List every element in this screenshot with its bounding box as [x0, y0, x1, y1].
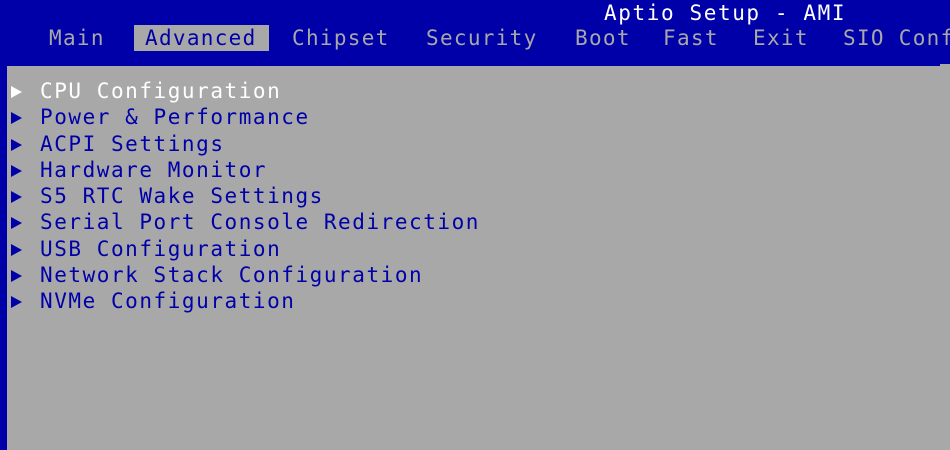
app-title: Aptio Setup - AMI: [604, 1, 847, 25]
menu-item-usb-configuration[interactable]: USB Configuration: [5, 236, 945, 262]
tab-main[interactable]: Main: [49, 25, 105, 51]
tab-bar: Main Advanced Chipset Security Boot Fast…: [0, 25, 950, 51]
right-triangle-icon: [11, 191, 22, 204]
menu-item-label: S5 RTC Wake Settings: [40, 184, 324, 209]
menu-item-s5-rtc-wake-settings[interactable]: S5 RTC Wake Settings: [5, 183, 945, 209]
menu-item-label: NVMe Configuration: [40, 289, 296, 314]
tab-chipset[interactable]: Chipset: [292, 25, 390, 51]
menu-item-label: CPU Configuration: [40, 79, 282, 103]
menu-item-label: ACPI Settings: [40, 131, 225, 156]
tab-exit[interactable]: Exit: [753, 25, 809, 51]
right-triangle-icon: [11, 270, 22, 283]
menu-item-label: Serial Port Console Redirection: [40, 210, 480, 235]
right-triangle-icon: [11, 86, 22, 98]
right-triangle-icon: [11, 164, 22, 177]
tab-boot[interactable]: Boot: [575, 25, 631, 51]
menu-item-label: Power & Performance: [40, 105, 310, 130]
menu-item-label: USB Configuration: [40, 236, 282, 261]
right-triangle-icon: [11, 296, 22, 309]
advanced-menu: CPU Configuration Power & Performance AC…: [5, 78, 945, 315]
tab-fast[interactable]: Fast: [663, 25, 719, 51]
menu-item-network-stack-configuration[interactable]: Network Stack Configuration: [5, 262, 945, 288]
tab-security[interactable]: Security: [426, 25, 538, 51]
menu-item-cpu-configuration[interactable]: CPU Configuration: [5, 78, 945, 104]
menu-item-nvme-configuration[interactable]: NVMe Configuration: [5, 288, 945, 314]
menu-item-power-performance[interactable]: Power & Performance: [5, 104, 945, 130]
tab-advanced[interactable]: Advanced: [134, 25, 269, 51]
right-triangle-icon: [11, 243, 22, 256]
main-panel: CPU Configuration Power & Performance AC…: [5, 64, 950, 450]
menu-item-label: Hardware Monitor: [40, 157, 268, 182]
right-triangle-icon: [11, 112, 22, 125]
right-triangle-icon: [11, 138, 22, 151]
right-triangle-icon: [11, 217, 22, 230]
tab-sio-configuration[interactable]: SIO Conf: [843, 25, 950, 51]
menu-item-label: Network Stack Configuration: [40, 263, 424, 288]
menu-item-serial-port-console-redirection[interactable]: Serial Port Console Redirection: [5, 209, 945, 235]
header-bar: Aptio Setup - AMI Main Advanced Chipset …: [0, 0, 950, 52]
menu-item-hardware-monitor[interactable]: Hardware Monitor: [5, 157, 945, 183]
menu-item-acpi-settings[interactable]: ACPI Settings: [5, 131, 945, 157]
